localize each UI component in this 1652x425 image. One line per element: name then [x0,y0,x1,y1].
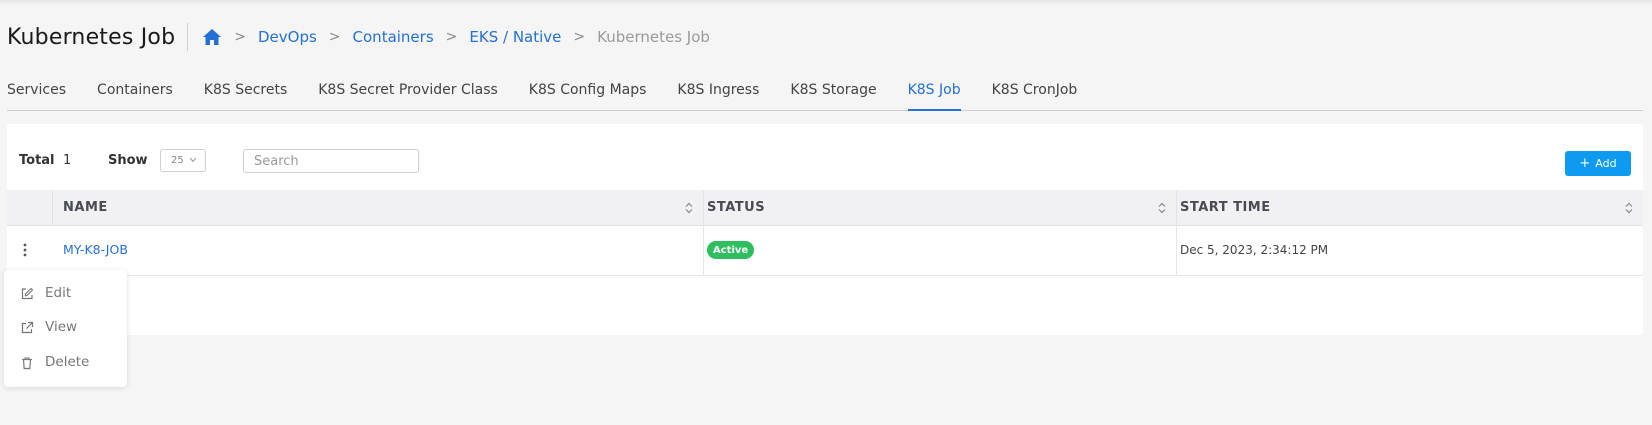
column-divider [1176,190,1177,225]
breadcrumb-current: Kubernetes Job [597,28,710,46]
column-divider [52,190,53,225]
breadcrumb-separator: > [234,29,246,45]
plus-icon: + [1579,156,1591,171]
title-divider [187,23,189,51]
chevron-down-icon [189,156,197,166]
breadcrumb-eks-native[interactable]: EKS / Native [469,28,561,46]
tab-k8s-config-maps[interactable]: K8S Config Maps [529,78,647,110]
job-name-link[interactable]: MY-K8-JOB [63,242,128,257]
external-link-icon [20,321,34,335]
menu-item-label: View [45,319,78,335]
menu-item-edit[interactable]: Edit [4,280,127,308]
total-count: 1 [63,153,72,168]
breadcrumb-containers[interactable]: Containers [353,28,434,46]
tab-k8s-job[interactable]: K8S Job [907,78,961,111]
jobs-card: Total 1 Show 25 + Add NAME STATUS [7,124,1643,335]
menu-item-label: Delete [45,354,90,370]
tab-k8s-storage[interactable]: K8S Storage [790,78,876,110]
column-divider [703,226,704,275]
page-size-value: 25 [171,155,184,166]
column-divider [703,190,704,225]
column-header-name[interactable]: NAME [63,190,703,225]
column-divider [1176,226,1177,275]
total-label: Total [19,153,55,168]
edit-icon [20,287,34,301]
tab-k8s-ingress[interactable]: K8S Ingress [677,78,759,110]
status-badge: Active [707,241,755,259]
column-header-status-label: STATUS [707,200,766,215]
column-header-start-time-label: START TIME [1180,200,1271,215]
table-row: MY-K8-JOB Active Dec 5, 2023, 2:34:12 PM [7,226,1643,276]
top-bar-shadow [0,0,1652,6]
breadcrumb-separator: > [328,29,341,45]
table-toolbar: Total 1 Show 25 + Add [7,124,1643,190]
tab-containers[interactable]: Containers [97,78,173,110]
menu-item-view[interactable]: View [4,314,127,342]
tab-bar: Services Containers K8S Secrets K8S Secr… [7,78,1643,111]
breadcrumb-separator: > [573,29,586,45]
page-header: Kubernetes Job > DevOps > Containers > E… [7,22,710,52]
tab-k8s-cronjob[interactable]: K8S CronJob [992,78,1078,110]
breadcrumb: > DevOps > Containers > EKS / Native > K… [202,28,710,46]
sort-icon[interactable] [685,202,693,218]
breadcrumb-separator: > [445,29,458,45]
page-size-select[interactable]: 25 [160,149,206,172]
table-header: NAME STATUS START TIME [7,190,1643,226]
search-input[interactable] [243,149,419,173]
trash-icon [20,356,34,370]
menu-item-delete[interactable]: Delete [4,349,127,377]
start-time-cell: Dec 5, 2023, 2:34:12 PM [1180,243,1329,257]
column-header-name-label: NAME [63,200,108,215]
show-label: Show [108,153,148,168]
tab-k8s-secret-provider-class[interactable]: K8S Secret Provider Class [318,78,498,110]
home-icon[interactable] [202,28,222,46]
page-title: Kubernetes Job [7,24,176,50]
column-header-start-time[interactable]: START TIME [1180,190,1643,225]
add-button-label: Add [1595,157,1617,170]
tab-k8s-secrets[interactable]: K8S Secrets [204,78,287,110]
sort-icon[interactable] [1625,202,1633,218]
row-actions-menu: Edit View Delete [4,270,127,387]
column-header-status[interactable]: STATUS [707,190,1176,225]
menu-item-label: Edit [45,285,72,301]
add-button[interactable]: + Add [1565,151,1631,176]
tab-services[interactable]: Services [7,78,66,110]
sort-icon[interactable] [1158,202,1166,218]
breadcrumb-devops[interactable]: DevOps [258,28,317,46]
kebab-menu-icon[interactable] [17,241,33,259]
